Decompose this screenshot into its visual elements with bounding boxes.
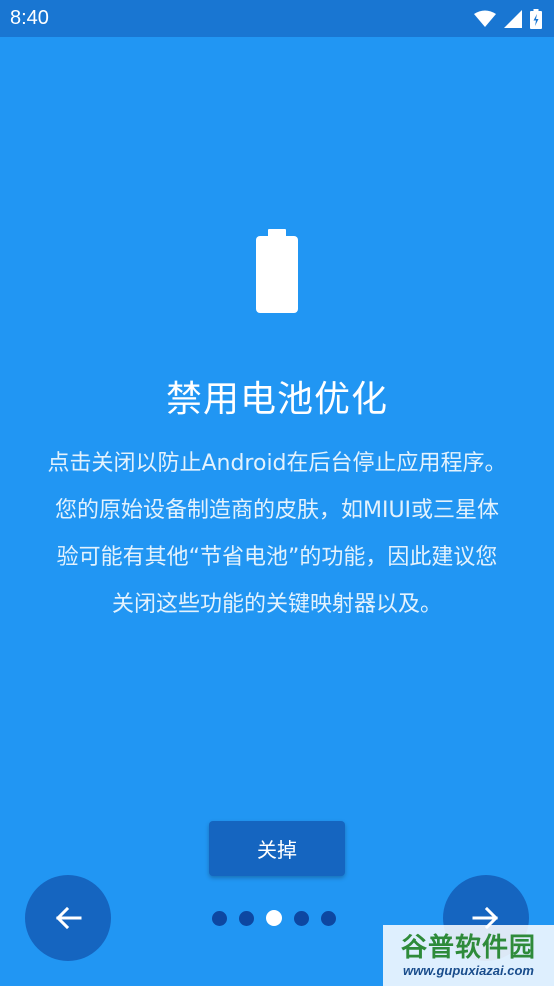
- status-icons: [474, 8, 542, 29]
- description-line: 点击关闭以防止Android在后台停止应用程序。: [47, 451, 507, 476]
- wifi-icon: [474, 10, 496, 28]
- status-time: 8:40: [10, 7, 49, 29]
- watermark: 谷普软件园 www.gupuxiazai.com: [383, 925, 554, 986]
- back-button[interactable]: [25, 875, 111, 961]
- arrow-left-icon: [55, 906, 82, 930]
- page-dot: [212, 910, 227, 926]
- page-dot: [294, 910, 309, 926]
- watermark-name: 谷普软件园: [400, 933, 536, 963]
- slide-title: 禁用电池优化: [165, 379, 388, 420]
- slide-description: 点击关闭以防止Android在后台停止应用程序。 您的原始设备制造商的皮肤，如M…: [18, 440, 536, 628]
- watermark-url: www.gupuxiazai.com: [403, 963, 534, 978]
- status-bar: 8:40: [0, 0, 554, 37]
- page-indicator: [212, 909, 342, 927]
- description-line: 验可能有其他“节省电池”的功能，因此建议您: [56, 545, 498, 570]
- description-line: 关闭这些功能的关键映射器以及。: [111, 592, 442, 617]
- signal-icon: [504, 9, 522, 28]
- battery-charging-icon: [530, 8, 542, 29]
- dismiss-button[interactable]: 关掉: [209, 821, 345, 876]
- page-dot: [321, 910, 336, 926]
- page-dot-active: [266, 910, 282, 926]
- description-line: 您的原始设备制造商的皮肤，如MIUI或三星体: [54, 498, 500, 523]
- page-dot: [239, 910, 254, 926]
- battery-icon: [256, 229, 298, 313]
